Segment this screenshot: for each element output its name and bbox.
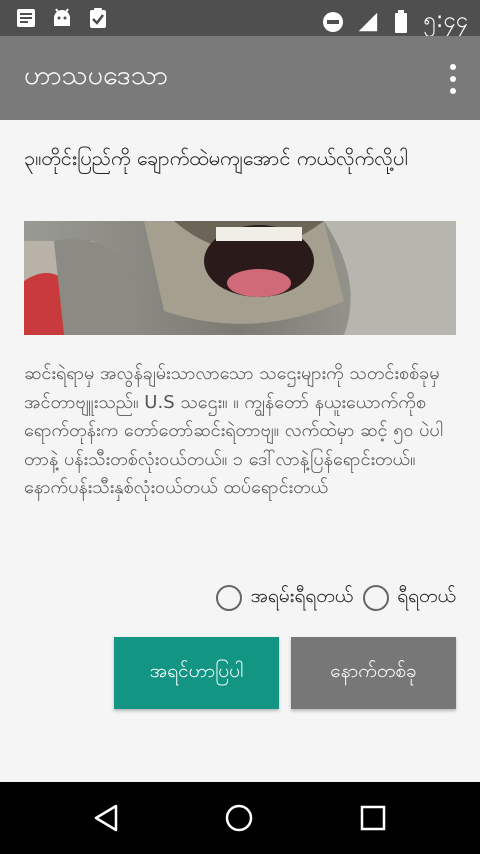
battery-icon xyxy=(389,9,413,34)
android-icon xyxy=(50,6,74,30)
next-button[interactable]: နောက်တစ်ခု xyxy=(291,637,456,709)
radio-button[interactable] xyxy=(216,585,243,611)
notification-icons xyxy=(14,6,110,30)
hplus-signal-icon xyxy=(355,10,379,34)
rating-options: အရမ်းရီရတယ် ရီရတယ် xyxy=(216,584,456,612)
system-icons: ၅:၄၄ xyxy=(321,5,468,38)
clock: ၅:၄၄ xyxy=(423,8,468,33)
app-bar: ဟာသပဒေသာ xyxy=(0,36,480,120)
do-not-disturb-icon xyxy=(321,10,345,34)
radio-button[interactable] xyxy=(363,585,390,611)
option-label: အရမ်းရီရတယ် xyxy=(250,585,354,607)
more-vert-icon[interactable] xyxy=(446,64,460,94)
joke-image xyxy=(24,221,456,335)
clipboard-check-icon xyxy=(86,6,110,30)
home-icon[interactable] xyxy=(223,802,255,834)
app-title: ဟာသပဒေသာ xyxy=(24,60,168,91)
option-very-funny[interactable]: အရမ်းရီရတယ် xyxy=(216,584,353,612)
recents-icon[interactable] xyxy=(357,802,389,834)
show-previous-button[interactable]: အရင်ဟာပြပါ xyxy=(114,637,279,709)
joke-title: ၃။တိုင်းပြည်ကို ချောက်ထဲမကျအောင် ကယ်လိုက… xyxy=(24,146,408,170)
option-label: ရီရတယ် xyxy=(397,585,456,607)
status-bar: ၅:၄၄ xyxy=(0,0,480,36)
back-icon[interactable] xyxy=(90,802,122,834)
navigation-bar xyxy=(0,782,480,854)
joke-text: ဆင်းရဲရာမှ အလွန်ချမ်းသာလာသော သဌေးများကို… xyxy=(24,363,443,498)
option-funny[interactable]: ရီရတယ် xyxy=(363,584,456,612)
message-icon xyxy=(14,6,38,30)
